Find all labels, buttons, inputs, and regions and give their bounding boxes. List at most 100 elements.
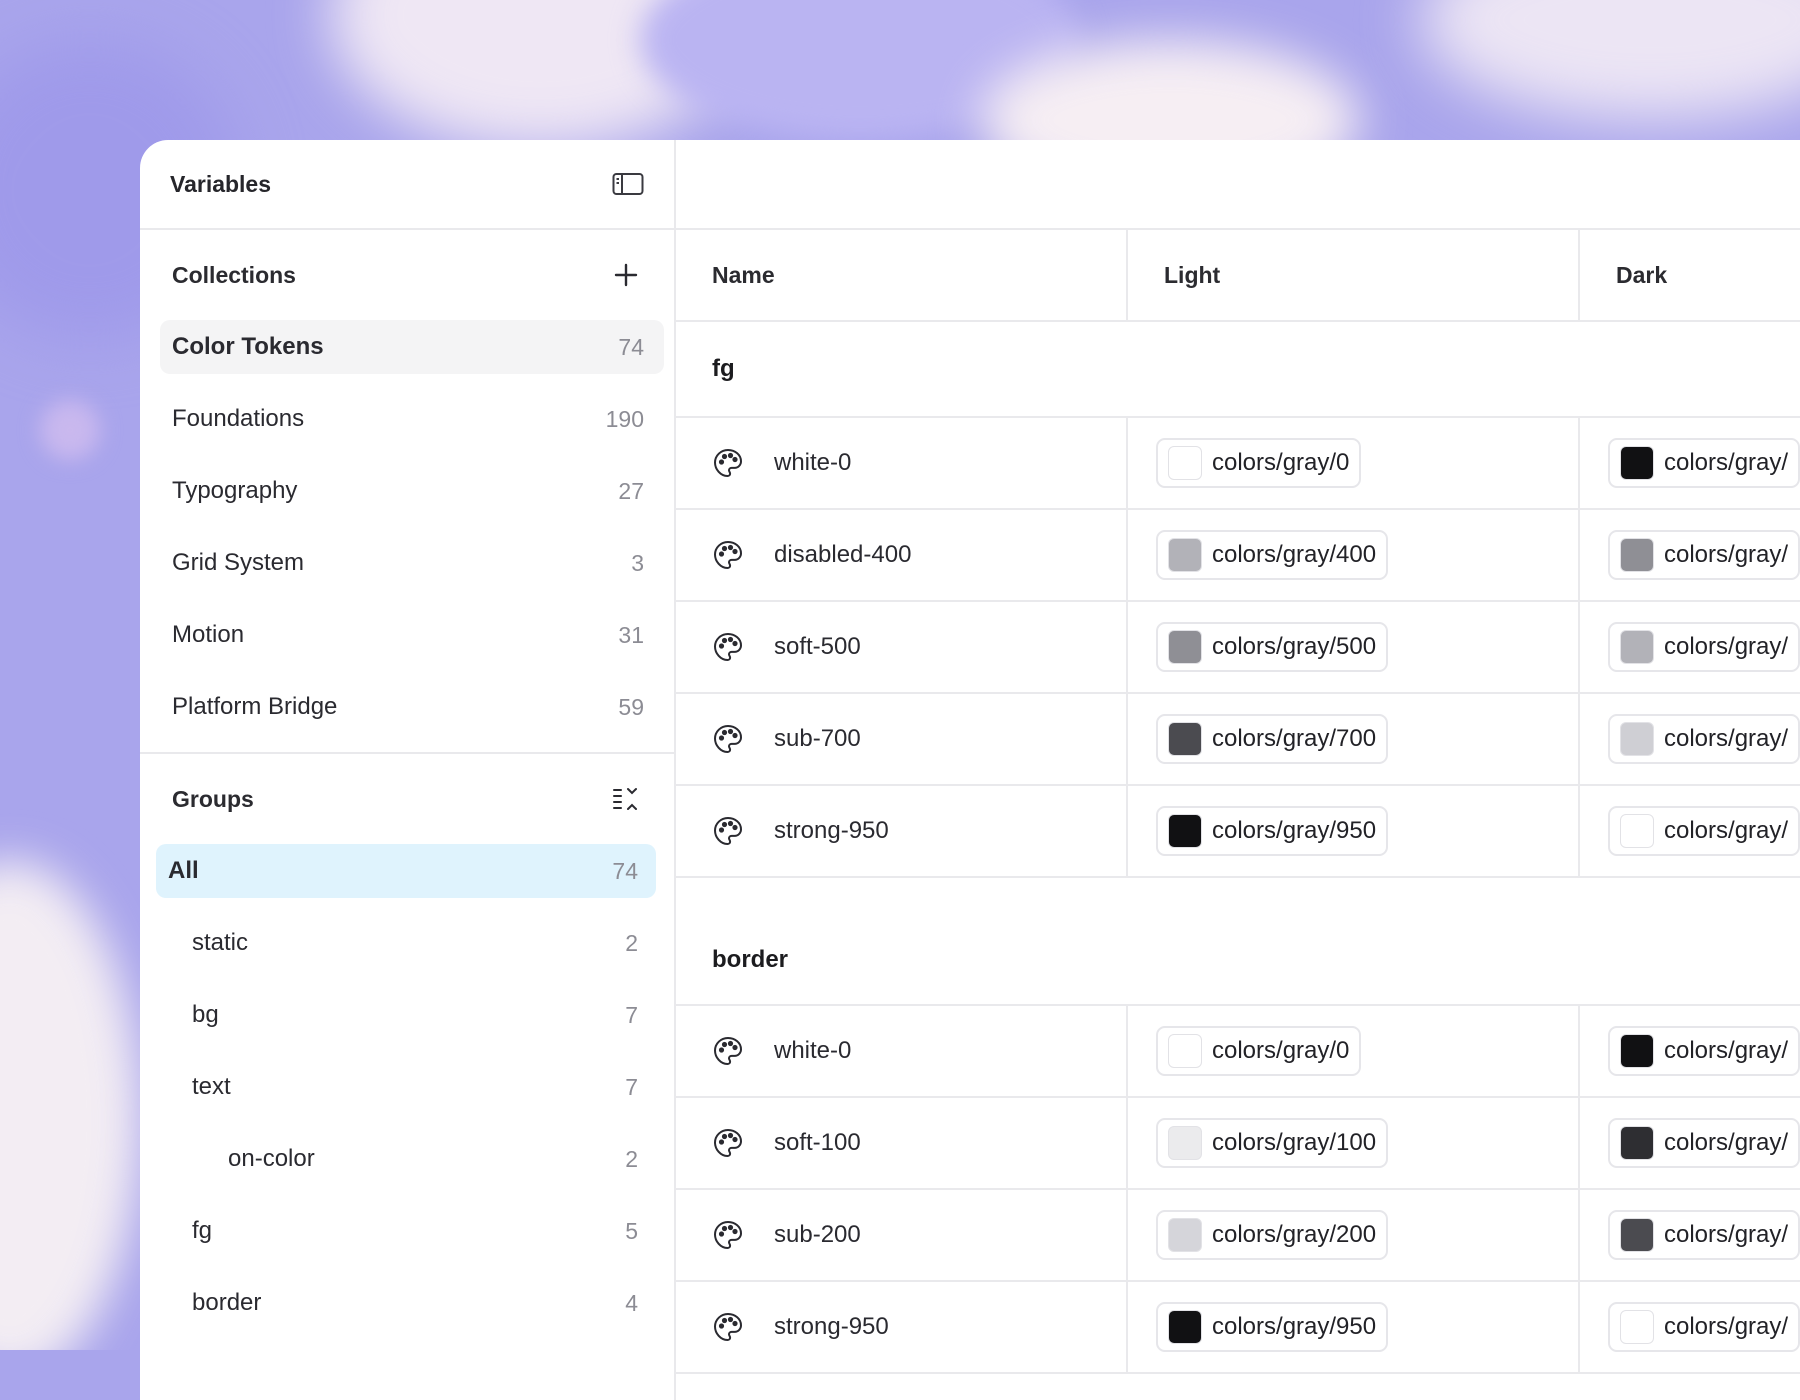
table-row[interactable]: white-0 colors/gray/0 colors/gray/: [676, 418, 1800, 510]
group-item[interactable]: static 2: [156, 916, 656, 970]
light-value-label: colors/gray/100: [1212, 1129, 1377, 1156]
column-header-name[interactable]: Name: [676, 230, 1128, 320]
light-value-chip[interactable]: colors/gray/500: [1156, 622, 1389, 672]
light-value-chip[interactable]: colors/gray/200: [1156, 1210, 1389, 1260]
dark-value-cell: colors/gray/: [1580, 694, 1800, 784]
table-row[interactable]: disabled-400 colors/gray/400 colors/gray/: [676, 510, 1800, 602]
dark-value-chip[interactable]: colors/gray/: [1608, 1118, 1800, 1168]
light-value-label: colors/gray/950: [1212, 817, 1377, 844]
group-item[interactable]: border 4: [156, 1276, 656, 1330]
collection-item-count: 59: [618, 693, 644, 720]
light-value-label: colors/gray/200: [1212, 1221, 1377, 1248]
table-row[interactable]: sub-200 colors/gray/200 colors/gray/: [676, 1190, 1800, 1282]
group-item[interactable]: fg 5: [156, 1204, 656, 1258]
dark-value-chip[interactable]: colors/gray/: [1608, 1210, 1800, 1260]
light-value-chip[interactable]: colors/gray/0: [1156, 438, 1362, 488]
group-item[interactable]: text 7: [156, 1060, 656, 1114]
collection-item[interactable]: Color Tokens 74: [160, 320, 664, 374]
light-value-cell: colors/gray/100: [1128, 1098, 1580, 1188]
background-blob: [1420, 0, 1800, 120]
group-item-label: text: [192, 1073, 231, 1100]
dark-value-cell: colors/gray/: [1580, 1098, 1800, 1188]
color-swatch: [1168, 1034, 1202, 1068]
collection-item-count: 31: [618, 621, 644, 648]
name-cell: soft-100: [676, 1098, 1128, 1188]
groups-title: Groups: [172, 785, 254, 812]
table-row[interactable]: soft-100 colors/gray/100 colors/gray/: [676, 1098, 1800, 1190]
color-swatch: [1168, 630, 1202, 664]
table-row[interactable]: soft-500 colors/gray/500 colors/gray/: [676, 602, 1800, 694]
light-value-cell: colors/gray/200: [1128, 1190, 1580, 1280]
collection-item-count: 74: [618, 333, 644, 360]
light-value-chip[interactable]: colors/gray/400: [1156, 530, 1389, 580]
panel-title: Variables: [170, 170, 272, 197]
groups-header: Groups: [140, 754, 674, 844]
light-value-label: colors/gray/400: [1212, 541, 1377, 568]
palette-icon: [712, 447, 744, 479]
palette-icon: [712, 815, 744, 847]
collection-item[interactable]: Platform Bridge 59: [160, 680, 664, 734]
group-item[interactable]: on-color 2: [156, 1132, 656, 1186]
color-swatch: [1168, 814, 1202, 848]
collection-item-label: Color Tokens: [172, 333, 324, 360]
light-value-chip[interactable]: colors/gray/700: [1156, 714, 1389, 764]
collection-item[interactable]: Typography 27: [160, 464, 664, 518]
table-row[interactable]: strong-950 colors/gray/950 colors/gray/: [676, 786, 1800, 878]
color-swatch: [1620, 722, 1654, 756]
sidebar-toggle-icon[interactable]: [610, 166, 646, 202]
dark-value-chip[interactable]: colors/gray/: [1608, 530, 1800, 580]
light-value-cell: colors/gray/950: [1128, 786, 1580, 876]
collection-item[interactable]: Foundations 190: [160, 392, 664, 446]
variable-name: soft-500: [774, 633, 861, 660]
dark-value-chip[interactable]: colors/gray/: [1608, 1302, 1800, 1352]
dark-value-chip[interactable]: colors/gray/: [1608, 622, 1800, 672]
light-value-chip[interactable]: colors/gray/950: [1156, 806, 1389, 856]
name-cell: white-0: [676, 418, 1128, 508]
table-row[interactable]: strong-950 colors/gray/950 colors/gray/: [676, 1282, 1800, 1374]
group-item-count: 4: [625, 1289, 638, 1316]
table-row[interactable]: white-0 colors/gray/0 colors/gray/: [676, 1006, 1800, 1098]
table-header: Name Light Dark: [676, 230, 1800, 322]
color-swatch: [1168, 1126, 1202, 1160]
light-value-chip[interactable]: colors/gray/0: [1156, 1026, 1362, 1076]
collection-item[interactable]: Motion 31: [160, 608, 664, 662]
light-value-cell: colors/gray/950: [1128, 1282, 1580, 1372]
light-value-label: colors/gray/0: [1212, 449, 1350, 476]
plus-icon[interactable]: [608, 257, 644, 293]
group-item-label: fg: [192, 1217, 213, 1244]
collections-header: Collections: [140, 230, 674, 320]
collapse-list-icon[interactable]: [608, 781, 644, 817]
dark-value-chip[interactable]: colors/gray/: [1608, 806, 1800, 856]
light-value-chip[interactable]: colors/gray/950: [1156, 1302, 1389, 1352]
light-value-chip[interactable]: colors/gray/100: [1156, 1118, 1389, 1168]
dark-value-label: colors/gray/: [1664, 1221, 1789, 1248]
table-row[interactable]: sub-700 colors/gray/700 colors/gray/: [676, 694, 1800, 786]
dark-value-label: colors/gray/: [1664, 449, 1789, 476]
color-swatch: [1168, 722, 1202, 756]
name-cell: strong-950: [676, 1282, 1128, 1372]
group-item[interactable]: bg 7: [156, 988, 656, 1042]
group-item-label: on-color: [228, 1145, 315, 1172]
light-value-cell: colors/gray/500: [1128, 602, 1580, 692]
dark-value-chip[interactable]: colors/gray/: [1608, 1026, 1800, 1076]
collection-item-count: 3: [631, 549, 644, 576]
column-header-dark[interactable]: Dark: [1580, 230, 1800, 320]
palette-icon: [712, 539, 744, 571]
collection-item-label: Grid System: [172, 549, 305, 576]
color-swatch: [1168, 538, 1202, 572]
dark-value-chip[interactable]: colors/gray/: [1608, 714, 1800, 764]
dark-value-chip[interactable]: colors/gray/: [1608, 438, 1800, 488]
collection-item-count: 190: [605, 405, 644, 432]
variable-name: sub-200: [774, 1221, 861, 1248]
color-swatch: [1620, 814, 1654, 848]
groups-section: Groups All 74 static 2 bg 7 text 7 on-color 2 fg 5 b…: [140, 754, 674, 1330]
dark-value-label: colors/gray/: [1664, 1313, 1789, 1340]
palette-icon: [712, 1127, 744, 1159]
background-blob: [0, 860, 140, 1350]
variable-name: white-0: [774, 1037, 852, 1064]
collections-list: Color Tokens 74 Foundations 190 Typography 27…: [140, 320, 674, 734]
group-item[interactable]: All 74: [156, 844, 656, 898]
variable-name: sub-700: [774, 725, 861, 752]
collection-item[interactable]: Grid System 3: [160, 536, 664, 590]
column-header-light[interactable]: Light: [1128, 230, 1580, 320]
